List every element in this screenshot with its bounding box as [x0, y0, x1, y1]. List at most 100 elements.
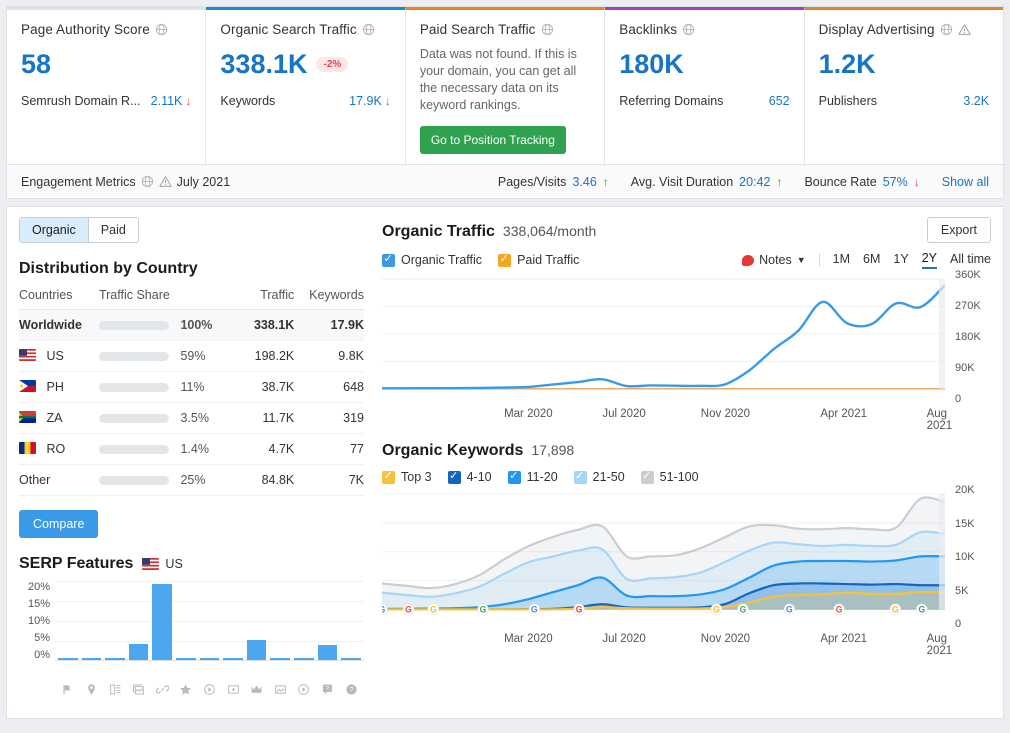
- image-pack-icon[interactable]: [129, 683, 149, 696]
- card-sub-value[interactable]: 2.11K ↓: [151, 94, 192, 108]
- google-update-marker[interactable]: G: [528, 603, 541, 616]
- metric-label: Avg. Visit Duration: [630, 174, 734, 189]
- card-display-advertising[interactable]: Display Advertising 1.2K Publishers 3.2K: [804, 7, 1004, 164]
- cell-keywords[interactable]: 77: [294, 433, 364, 465]
- serp-bar-faq[interactable]: [317, 644, 338, 660]
- google-update-marker[interactable]: G: [402, 603, 415, 616]
- google-update-marker[interactable]: G: [477, 603, 489, 616]
- image-icon[interactable]: [270, 683, 290, 696]
- card-organic-search-traffic[interactable]: Organic Search Traffic 338.1K -2% Keywor…: [206, 7, 406, 164]
- compare-button[interactable]: Compare: [19, 510, 99, 538]
- range-6m[interactable]: 6M: [863, 252, 880, 268]
- globe-icon[interactable]: [940, 23, 953, 36]
- card-backlinks[interactable]: Backlinks 180K Referring Domains 652: [605, 7, 805, 164]
- serp-bar-video-carousel[interactable]: [223, 658, 243, 660]
- table-row[interactable]: Other 25% 84.8K 7K: [19, 464, 364, 496]
- serp-bar-image-pack[interactable]: [128, 644, 149, 660]
- serp-bar-image[interactable]: [270, 658, 291, 660]
- cell-keywords[interactable]: 9.8K: [294, 340, 364, 372]
- go-to-position-tracking-button[interactable]: Go to Position Tracking: [419, 126, 566, 154]
- checkbox-4-10[interactable]: [447, 469, 461, 484]
- export-button[interactable]: Export: [926, 217, 991, 243]
- serp-bar-people-also-ask[interactable]: [341, 658, 361, 660]
- table-row[interactable]: US 59% 198.2K 9.8K: [19, 340, 364, 372]
- sitelinks-icon[interactable]: [152, 683, 172, 696]
- google-update-marker[interactable]: G: [427, 603, 440, 616]
- card-sub-value[interactable]: 652: [769, 94, 790, 108]
- checkbox-paid-traffic[interactable]: [498, 252, 512, 267]
- serp-bar-reviews[interactable]: [105, 658, 125, 660]
- globe-icon[interactable]: [141, 175, 154, 188]
- google-update-marker[interactable]: G: [889, 603, 902, 616]
- cell-keywords[interactable]: 319: [294, 402, 364, 434]
- legend-top-3[interactable]: Top 3: [382, 469, 432, 484]
- checkbox-organic-traffic[interactable]: [382, 252, 395, 267]
- reviews-star-icon[interactable]: [176, 683, 196, 696]
- table-row[interactable]: PH 11% 38.7K 648: [19, 371, 364, 403]
- local-pack-icon[interactable]: [82, 683, 102, 696]
- organic-keywords-title: Organic Keywords: [382, 442, 524, 459]
- serp-bar-reviews-star[interactable]: [176, 658, 196, 660]
- notes-dropdown[interactable]: Notes ▼: [742, 253, 806, 267]
- card-value: 180K: [619, 49, 789, 80]
- cell-traffic[interactable]: 11.7K: [243, 402, 295, 434]
- cell-traffic[interactable]: 4.7K: [243, 433, 295, 465]
- globe-icon[interactable]: [682, 23, 695, 36]
- checkbox-21-50[interactable]: [573, 469, 587, 484]
- serp-y-axis: 20% 15% 10% 5% 0%: [19, 581, 55, 661]
- google-update-marker[interactable]: G: [783, 603, 796, 616]
- cell-traffic[interactable]: 198.2K: [243, 340, 295, 372]
- google-update-marker[interactable]: G: [916, 603, 928, 616]
- table-row[interactable]: ZA 3.5% 11.7K 319: [19, 402, 364, 434]
- checkbox-top-3[interactable]: [382, 469, 395, 484]
- cell-traffic[interactable]: 38.7K: [243, 371, 295, 403]
- tab-paid[interactable]: Paid: [88, 218, 138, 242]
- serp-bar-featured-snippet[interactable]: [58, 658, 78, 660]
- table-row[interactable]: RO 1.4% 4.7K 77: [19, 433, 364, 465]
- legend-21-50[interactable]: 21-50: [573, 469, 625, 484]
- card-page-authority-score[interactable]: Page Authority Score 58 Semrush Domain R…: [7, 7, 207, 164]
- range-2y[interactable]: 2Y: [921, 251, 938, 269]
- tab-organic[interactable]: Organic: [20, 218, 89, 242]
- people-also-ask-icon[interactable]: ?: [341, 683, 361, 696]
- range-1y[interactable]: 1Y: [893, 252, 908, 268]
- range-1m[interactable]: 1M: [833, 252, 850, 268]
- checkbox-51-100[interactable]: [640, 469, 654, 484]
- serp-bar-top-stories[interactable]: [246, 640, 267, 660]
- legend-11-20[interactable]: 11-20: [507, 469, 558, 484]
- range-all-time[interactable]: All time: [950, 252, 991, 268]
- serp-bar-sitelinks[interactable]: [152, 584, 173, 660]
- show-all-link[interactable]: Show all: [942, 175, 989, 189]
- serp-bar-local-pack[interactable]: [81, 658, 102, 660]
- featured-snippet-icon[interactable]: [58, 683, 78, 696]
- legend-paid-traffic[interactable]: Paid Traffic: [498, 252, 579, 267]
- faq-icon[interactable]: ?: [318, 683, 338, 696]
- card-sub-value[interactable]: 3.2K: [963, 94, 989, 108]
- legend-51-100[interactable]: 51-100: [640, 469, 699, 484]
- google-update-marker[interactable]: G: [573, 603, 585, 616]
- legend-organic-traffic[interactable]: Organic Traffic: [382, 252, 482, 267]
- serp-bar-video[interactable]: [199, 658, 220, 660]
- notes-label: Notes: [759, 253, 792, 267]
- warning-icon[interactable]: [957, 23, 971, 36]
- table-row[interactable]: Worldwide 100% 338.1K 17.9K: [19, 309, 364, 341]
- warning-icon[interactable]: [158, 175, 172, 188]
- video-icon[interactable]: [200, 683, 220, 696]
- reviews-icon[interactable]: [105, 683, 125, 696]
- cell-keywords[interactable]: 648: [294, 371, 364, 403]
- google-update-marker[interactable]: G: [833, 603, 845, 616]
- top-stories-icon[interactable]: [247, 683, 267, 696]
- x-tick: Aug 2021: [926, 633, 953, 657]
- video-player-icon[interactable]: [294, 683, 314, 696]
- google-update-marker[interactable]: G: [710, 603, 723, 616]
- globe-icon[interactable]: [541, 23, 554, 36]
- globe-icon[interactable]: [362, 23, 375, 36]
- card-sub-value[interactable]: 17.9K ↓: [349, 94, 391, 108]
- google-update-marker[interactable]: G: [737, 603, 749, 616]
- serp-bar-video-player[interactable]: [294, 658, 314, 660]
- video-carousel-icon[interactable]: [223, 683, 243, 696]
- checkbox-11-20[interactable]: [507, 469, 521, 484]
- globe-icon[interactable]: [155, 23, 168, 36]
- legend-4-10[interactable]: 4-10: [447, 469, 492, 484]
- card-paid-search-traffic[interactable]: Paid Search Traffic Data was not found. …: [405, 7, 606, 164]
